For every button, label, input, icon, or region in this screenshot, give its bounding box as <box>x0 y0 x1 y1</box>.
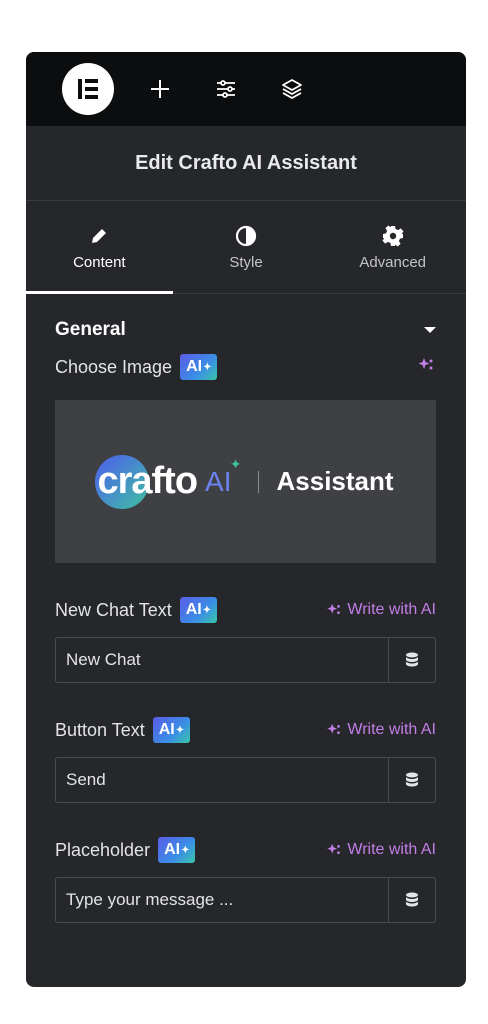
placeholder-input[interactable] <box>56 878 388 922</box>
brand-tagline: Assistant <box>276 466 394 496</box>
sliders-icon[interactable] <box>206 69 246 109</box>
new-chat-label-group: New Chat Text AI ✦ <box>55 597 218 623</box>
image-preview[interactable]: crafto AI ✦ Assistant <box>55 400 436 563</box>
tab-advanced-label: Advanced <box>359 253 427 271</box>
button-text-label-group: Button Text AI ✦ <box>55 717 191 743</box>
elementor-logo-icon[interactable] <box>62 63 114 115</box>
ai-badge[interactable]: AI ✦ <box>180 354 218 380</box>
button-text-input[interactable] <box>56 758 388 802</box>
choose-image-label-group: Choose Image AI ✦ <box>55 354 218 380</box>
gear-icon <box>382 224 404 248</box>
write-with-ai-button[interactable]: Write with AI <box>325 601 436 619</box>
tab-content-label: Content <box>73 253 126 271</box>
write-with-ai-button[interactable]: Write with AI <box>325 841 436 859</box>
brand-ai-label: AI <box>205 465 232 497</box>
choose-image-row: Choose Image AI ✦ <box>26 354 466 380</box>
button-text-row: Button Text AI ✦ Write with AI <box>26 717 466 743</box>
top-toolbar <box>26 52 466 126</box>
layers-icon[interactable] <box>272 69 312 109</box>
crafto-logo: crafto AI ✦ Assistant <box>95 454 394 509</box>
ai-badge-text: AI <box>164 841 181 858</box>
button-text-label: Button Text <box>55 719 145 740</box>
ai-badge-text: AI <box>185 601 202 618</box>
contrast-icon <box>235 224 257 248</box>
star-icon: ✦ <box>229 455 242 472</box>
plus-icon[interactable] <box>140 69 180 109</box>
tab-style[interactable]: Style <box>173 201 320 293</box>
sparkle-icon <box>327 843 341 855</box>
tab-content[interactable]: Content <box>26 201 173 294</box>
ai-badge[interactable]: AI ✦ <box>179 597 218 623</box>
tab-advanced[interactable]: Advanced <box>319 201 466 293</box>
placeholder-field <box>55 877 436 923</box>
placeholder-label-group: Placeholder AI ✦ <box>55 837 196 863</box>
write-with-ai-label: Write with AI <box>347 721 436 738</box>
ai-badge-text: AI <box>186 358 203 375</box>
placeholder-row: Placeholder AI ✦ Write with AI <box>26 837 466 863</box>
write-with-ai-label: Write with AI <box>347 841 436 858</box>
placeholder-label: Placeholder <box>55 839 151 860</box>
tab-style-label: Style <box>229 253 263 271</box>
editor-panel: Edit Crafto AI Assistant Content Style A… <box>26 52 466 987</box>
ai-badge[interactable]: AI ✦ <box>158 837 196 863</box>
write-with-ai-label: Write with AI <box>347 601 436 618</box>
sparkle-icon <box>327 603 341 615</box>
pencil-icon <box>89 224 109 248</box>
sparkle-icon[interactable] <box>416 355 436 380</box>
sparkle-icon <box>327 723 341 735</box>
button-text-field <box>55 757 436 803</box>
brand-text: crafto <box>97 460 198 502</box>
tab-bar: Content Style Advanced <box>26 201 466 294</box>
brand-ai-text: AI ✦ <box>205 456 241 498</box>
panel-title: Edit Crafto AI Assistant <box>26 126 466 201</box>
caret-down-icon <box>424 327 436 333</box>
ai-badge[interactable]: AI ✦ <box>152 717 191 743</box>
write-with-ai-button[interactable]: Write with AI <box>325 721 436 739</box>
choose-image-label: Choose Image <box>55 356 173 377</box>
database-icon[interactable] <box>388 638 435 682</box>
new-chat-input[interactable] <box>56 638 388 682</box>
new-chat-row: New Chat Text AI ✦ Write with AI <box>26 597 466 623</box>
database-icon[interactable] <box>388 758 435 802</box>
database-icon[interactable] <box>388 878 435 922</box>
divider <box>257 470 259 493</box>
new-chat-field <box>55 637 436 683</box>
new-chat-label: New Chat Text <box>55 599 172 620</box>
ai-badge-text: AI <box>158 721 175 738</box>
section-title: General <box>55 319 126 340</box>
